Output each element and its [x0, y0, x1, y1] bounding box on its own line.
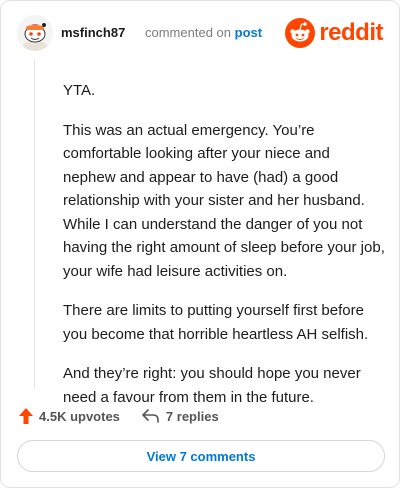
comment-username[interactable]: msfinch87 — [61, 25, 125, 40]
replies-button[interactable]: 7 replies — [142, 409, 219, 424]
post-link[interactable]: post — [235, 25, 262, 40]
commented-on-text: commented on — [145, 25, 231, 40]
upvote-arrow-icon — [19, 408, 33, 424]
comment-body: YTA. This was an actual emergency. You’r… — [63, 79, 385, 425]
upvote-button[interactable]: 4.5K upvotes — [19, 408, 120, 424]
comment-card: msfinch87 commented on post reddit YTA. … — [0, 0, 400, 488]
thread-line[interactable] — [34, 59, 35, 389]
upvote-count: 4.5K upvotes — [39, 408, 120, 424]
comment-paragraph: This was an actual emergency. You’re com… — [63, 121, 385, 280]
snoo-avatar-icon — [17, 15, 53, 51]
comment-paragraph: And they’re right: you should hope you n… — [63, 365, 361, 406]
reddit-logo[interactable]: reddit — [285, 17, 383, 49]
reply-count: 7 replies — [165, 408, 219, 424]
reddit-wordmark: reddit — [319, 19, 383, 46]
comment-meta: commented on post — [145, 25, 262, 40]
user-avatar[interactable] — [17, 15, 53, 51]
comment-actions: 4.5K upvotes 7 replies — [19, 405, 241, 427]
reply-arrow-icon — [142, 409, 159, 423]
reddit-snoo-icon — [285, 18, 316, 48]
view-comments-button[interactable]: View 7 comments — [17, 440, 385, 472]
comment-paragraph: There are limits to putting yourself fir… — [63, 302, 369, 343]
comment-header: msfinch87 commented on post reddit — [17, 15, 383, 51]
comment-paragraph: YTA. — [63, 82, 96, 99]
